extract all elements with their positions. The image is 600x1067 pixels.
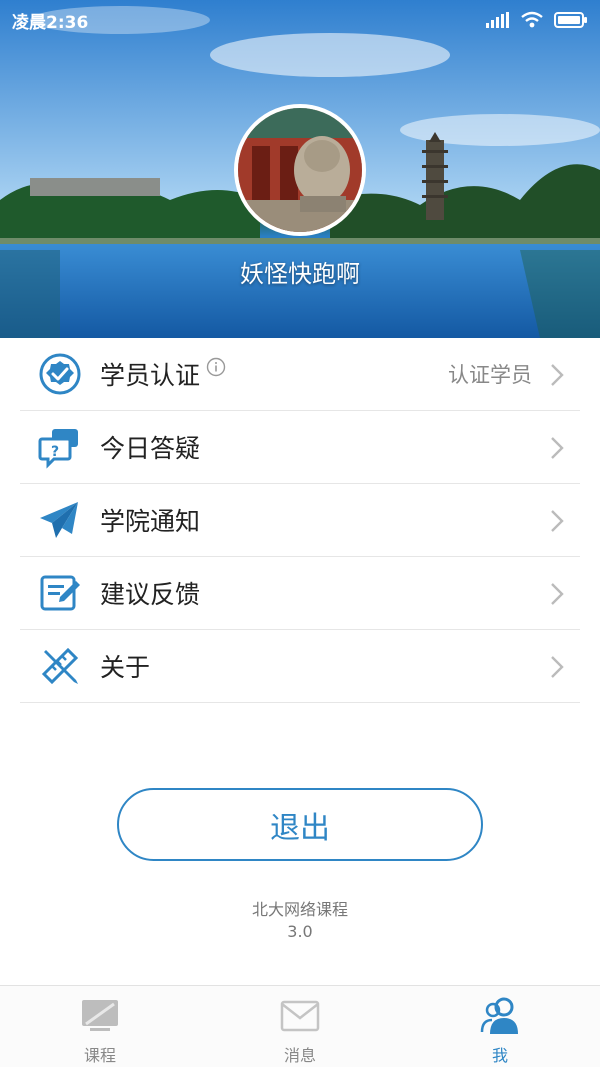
tab-courses[interactable]: 课程 bbox=[0, 986, 200, 1067]
avatar[interactable] bbox=[234, 104, 366, 236]
app-version: 3.0 bbox=[287, 922, 313, 941]
menu-item-feedback[interactable]: 建议反馈 bbox=[20, 557, 580, 630]
menu-item-daily-qa[interactable]: ? 今日答疑 bbox=[20, 411, 580, 484]
chevron-right-icon bbox=[551, 510, 564, 532]
chevron-right-icon bbox=[551, 364, 564, 386]
envelope-icon bbox=[280, 1000, 320, 1032]
menu-item-label: 学员认证 bbox=[100, 361, 201, 390]
monitor-icon bbox=[82, 1000, 118, 1031]
menu-item-student-verification[interactable]: 学员认证 认证学员 bbox=[20, 338, 580, 411]
info-icon[interactable] bbox=[206, 357, 226, 377]
status-time: 凌晨2:36 bbox=[12, 12, 89, 33]
verified-badge-icon bbox=[38, 352, 82, 396]
svg-text:?: ? bbox=[51, 444, 59, 460]
bottom-tab-bar: 课程 消息 我 bbox=[0, 985, 600, 1067]
tab-me[interactable]: 我 bbox=[400, 986, 600, 1067]
tab-label: 课程 bbox=[83, 1046, 116, 1065]
user-group-icon bbox=[480, 997, 518, 1034]
battery-icon bbox=[554, 12, 587, 28]
signal-icon bbox=[486, 12, 509, 28]
chevron-right-icon bbox=[551, 437, 564, 459]
menu-item-about[interactable]: 关于 bbox=[20, 630, 580, 703]
wifi-icon bbox=[521, 11, 543, 28]
avatar-image bbox=[238, 108, 362, 232]
chevron-right-icon bbox=[551, 656, 564, 678]
menu-item-label: 关于 bbox=[100, 653, 151, 682]
tab-messages[interactable]: 消息 bbox=[200, 986, 400, 1067]
status-bar: 凌晨2:36 bbox=[0, 0, 600, 40]
pencil-ruler-icon bbox=[38, 644, 82, 688]
tab-label: 消息 bbox=[283, 1046, 316, 1065]
menu-item-label: 今日答疑 bbox=[100, 434, 201, 463]
username: 妖怪快跑啊 bbox=[240, 260, 360, 288]
profile-menu: 学员认证 认证学员 ? 今日答疑 学院通知 建议反馈 关于 bbox=[20, 338, 580, 703]
paper-plane-icon bbox=[38, 498, 82, 542]
logout-button[interactable]: 退出 bbox=[117, 788, 483, 861]
tab-label: 我 bbox=[491, 1046, 508, 1065]
chevron-right-icon bbox=[551, 583, 564, 605]
profile-banner: 凌晨2:36 妖怪快跑啊 bbox=[0, 0, 600, 338]
menu-item-college-notice[interactable]: 学院通知 bbox=[20, 484, 580, 557]
app-name: 北大网络课程 bbox=[251, 900, 348, 919]
status-icons bbox=[486, 11, 588, 29]
menu-item-label: 建议反馈 bbox=[100, 580, 201, 609]
menu-item-label: 学院通知 bbox=[100, 507, 201, 536]
question-chat-icon: ? bbox=[38, 425, 82, 469]
edit-note-icon bbox=[38, 571, 82, 615]
verification-status: 认证学员 bbox=[448, 363, 532, 387]
